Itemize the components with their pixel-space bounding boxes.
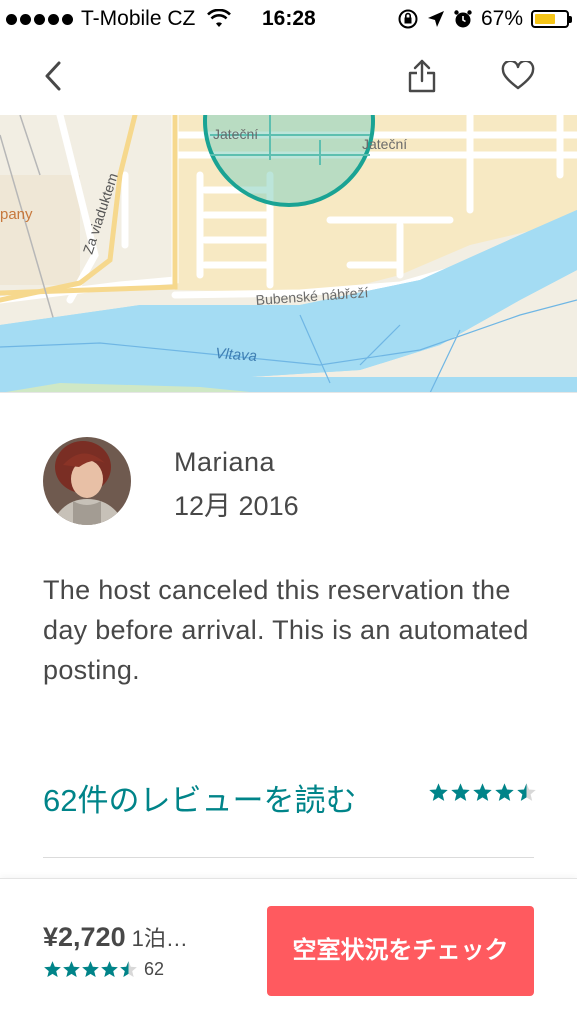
read-reviews-link[interactable]: 62件のレビューを読む <box>43 775 356 820</box>
listing-map[interactable]: Jateční Jateční Za viaduktem Bubenské ná… <box>0 115 577 393</box>
booking-rating-stars <box>43 960 138 979</box>
navigation-bar <box>0 40 577 114</box>
back-button[interactable] <box>34 56 74 96</box>
reviewer-name: Mariana <box>174 447 276 477</box>
map-label-jatecni-1: Jateční <box>213 126 258 142</box>
per-night-label: 1泊… <box>131 926 188 951</box>
star-icon <box>82 961 99 978</box>
reviewer-avatar[interactable] <box>43 437 131 525</box>
star-icon <box>101 961 118 978</box>
share-icon <box>408 59 436 93</box>
avatar-image <box>43 437 131 525</box>
review-count: 62 <box>144 959 165 979</box>
chevron-left-icon <box>45 61 61 91</box>
nightly-price: ¥2,720 <box>43 922 126 952</box>
check-availability-button[interactable]: 空室状況をチェック <box>267 906 534 996</box>
map-canvas: Jateční Jateční Za viaduktem Bubenské ná… <box>0 115 577 392</box>
star-icon <box>517 783 536 801</box>
star-icon <box>451 783 470 801</box>
system-indicators: 67% <box>397 7 572 31</box>
carrier-name: T-Mobile CZ <box>81 7 196 30</box>
signal-strength-icon <box>6 13 73 25</box>
heart-icon <box>501 61 535 90</box>
map-label-jatecni-2: Jateční <box>362 136 407 152</box>
favorite-button[interactable] <box>498 56 538 96</box>
star-icon <box>429 783 448 801</box>
status-bar: T-Mobile CZ 16:28 67% <box>0 0 577 40</box>
star-icon <box>495 783 514 801</box>
battery-percent: 67% <box>480 7 523 30</box>
rotation-lock-icon <box>398 9 418 29</box>
battery-icon <box>531 10 572 28</box>
alarm-icon <box>454 10 472 28</box>
star-icon <box>63 961 80 978</box>
clock: 16:28 <box>262 7 316 30</box>
rating-stars <box>428 782 537 803</box>
price-line: ¥2,720 1泊… <box>43 921 188 953</box>
review-date: 12月 2016 <box>174 491 299 521</box>
carrier-info: T-Mobile CZ <box>6 7 232 31</box>
wifi-icon <box>207 9 232 27</box>
location-arrow-icon <box>427 11 444 27</box>
star-icon <box>120 961 137 978</box>
map-label-vltava: Vltava <box>215 345 258 365</box>
map-label-edge: pany <box>0 206 33 223</box>
divider <box>43 857 534 858</box>
review-text: The host canceled this reservation the d… <box>43 575 529 685</box>
star-icon <box>473 783 492 801</box>
booking-bar: ¥2,720 1泊… 62 空室状況をチェック <box>0 878 577 1024</box>
star-icon <box>44 961 61 978</box>
booking-rating: 62 <box>43 959 164 980</box>
share-button[interactable] <box>402 56 442 96</box>
